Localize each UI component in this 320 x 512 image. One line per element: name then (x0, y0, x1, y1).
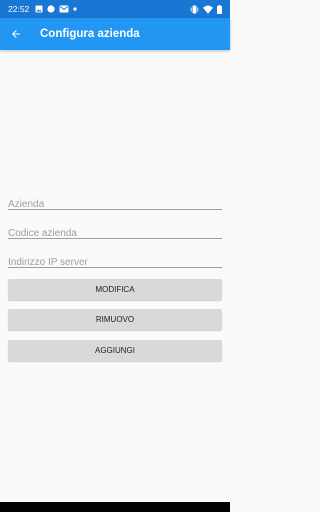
wifi-icon (203, 5, 213, 14)
navigation-bar (0, 502, 230, 512)
codice-azienda-input[interactable] (8, 226, 222, 241)
indirizzo-ip-field[interactable] (8, 252, 222, 270)
azienda-input[interactable] (8, 197, 222, 212)
status-time: 22:52 (8, 4, 30, 14)
modifica-button[interactable]: MODIFICA (8, 279, 222, 300)
back-button[interactable] (2, 20, 30, 48)
page-title: Configura azienda (40, 28, 140, 40)
status-bar: 22:52 (0, 0, 230, 18)
image-icon (35, 5, 43, 13)
dot-icon (73, 7, 77, 11)
vibrate-icon (190, 5, 199, 14)
circle-icon (47, 5, 55, 13)
aggiungi-button[interactable]: AGGIUNGI (8, 340, 222, 361)
app-bar: Configura azienda (0, 18, 230, 50)
rimuovo-button[interactable]: RIMUOVO (8, 309, 222, 330)
codice-azienda-field[interactable] (8, 223, 222, 241)
mail-icon (59, 5, 69, 13)
arrow-back-icon (12, 30, 20, 38)
indirizzo-ip-input[interactable] (8, 255, 222, 270)
azienda-field[interactable] (8, 194, 222, 212)
battery-icon (217, 5, 222, 14)
